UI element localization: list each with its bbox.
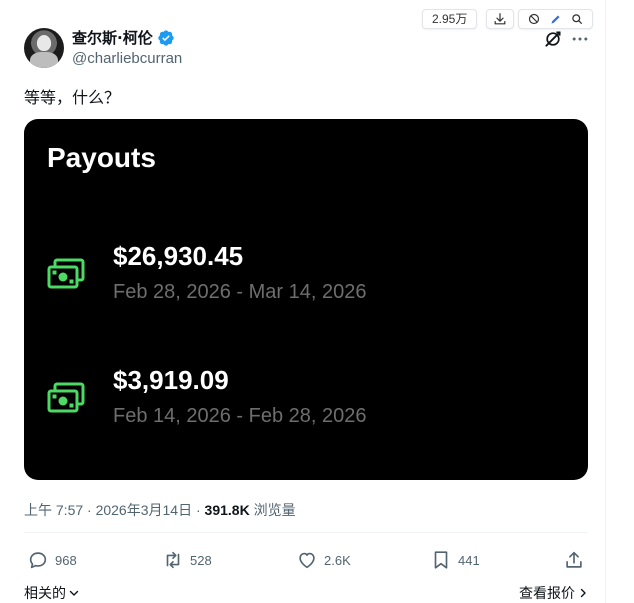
block-icon[interactable] — [528, 13, 540, 25]
more-options-icon[interactable] — [570, 29, 590, 49]
search-icon[interactable] — [571, 13, 583, 25]
card-title: Payouts — [47, 142, 156, 173]
repost-count: 528 — [190, 552, 212, 568]
verified-badge-icon — [158, 29, 174, 46]
author-name-row[interactable]: 查尔斯·柯伦 — [72, 27, 175, 48]
reply-icon — [29, 552, 47, 569]
panel-border — [605, 0, 606, 603]
pen-icon[interactable] — [549, 13, 562, 26]
chevron-down-icon — [69, 590, 79, 596]
views-count: 391.8K — [204, 502, 250, 518]
avatar[interactable] — [24, 28, 64, 68]
like-count: 2.6K — [324, 552, 351, 568]
author-handle[interactable]: @charliebcurran — [72, 50, 182, 67]
related-label: 相关的 — [24, 585, 66, 601]
toolbar-count-badge[interactable]: 2.95万 — [422, 9, 478, 29]
payouts-image[interactable]: Payouts $26,930.45 Feb 28, 2026 - Mar 14… — [24, 119, 588, 480]
view-quotes-link[interactable]: 查看报价 — [519, 583, 589, 603]
bookmark-button[interactable]: 441 — [430, 548, 480, 572]
cash-icon — [47, 382, 85, 413]
payout-row: $3,919.09 Feb 14, 2026 - Feb 28, 2026 — [24, 359, 588, 439]
chevron-right-icon — [580, 588, 586, 598]
repost-button[interactable]: 528 — [162, 548, 212, 572]
bookmark-count: 441 — [458, 552, 480, 568]
repost-icon — [166, 551, 180, 569]
divider — [24, 532, 588, 533]
related-link[interactable]: 相关的 — [24, 583, 80, 603]
payout-amount: $3,919.09 — [113, 365, 229, 395]
toolbar-actions — [518, 9, 593, 29]
payout-date-range: Feb 28, 2026 - Mar 14, 2026 — [113, 281, 367, 303]
payout-date-range: Feb 14, 2026 - Feb 28, 2026 — [113, 405, 367, 427]
tweet-text: 等等，什么？ — [24, 88, 121, 107]
share-button[interactable] — [563, 548, 585, 572]
view-quotes-label: 查看报价 — [519, 585, 575, 601]
like-button[interactable]: 2.6K — [296, 548, 351, 572]
reply-count: 968 — [55, 552, 77, 568]
display-name[interactable]: 查尔斯·柯伦 — [72, 27, 153, 48]
cash-icon — [47, 258, 85, 289]
payout-row: $26,930.45 Feb 28, 2026 - Mar 14, 2026 — [24, 235, 588, 315]
tweet-meta: 上午 7:57 · 2026年3月14日 · 391.8K 浏览量 — [24, 500, 296, 520]
download-button[interactable] — [486, 9, 514, 29]
payout-amount: $26,930.45 — [113, 241, 244, 271]
share-icon — [566, 551, 582, 568]
bookmark-icon — [434, 551, 448, 569]
grok-icon[interactable] — [543, 29, 563, 49]
download-icon — [494, 13, 506, 25]
tweet-timestamp[interactable]: 上午 7:57 · 2026年3月14日 · — [24, 502, 205, 518]
views-label: 浏览量 — [249, 502, 296, 518]
heart-icon — [299, 552, 315, 569]
reply-button[interactable]: 968 — [27, 548, 77, 572]
